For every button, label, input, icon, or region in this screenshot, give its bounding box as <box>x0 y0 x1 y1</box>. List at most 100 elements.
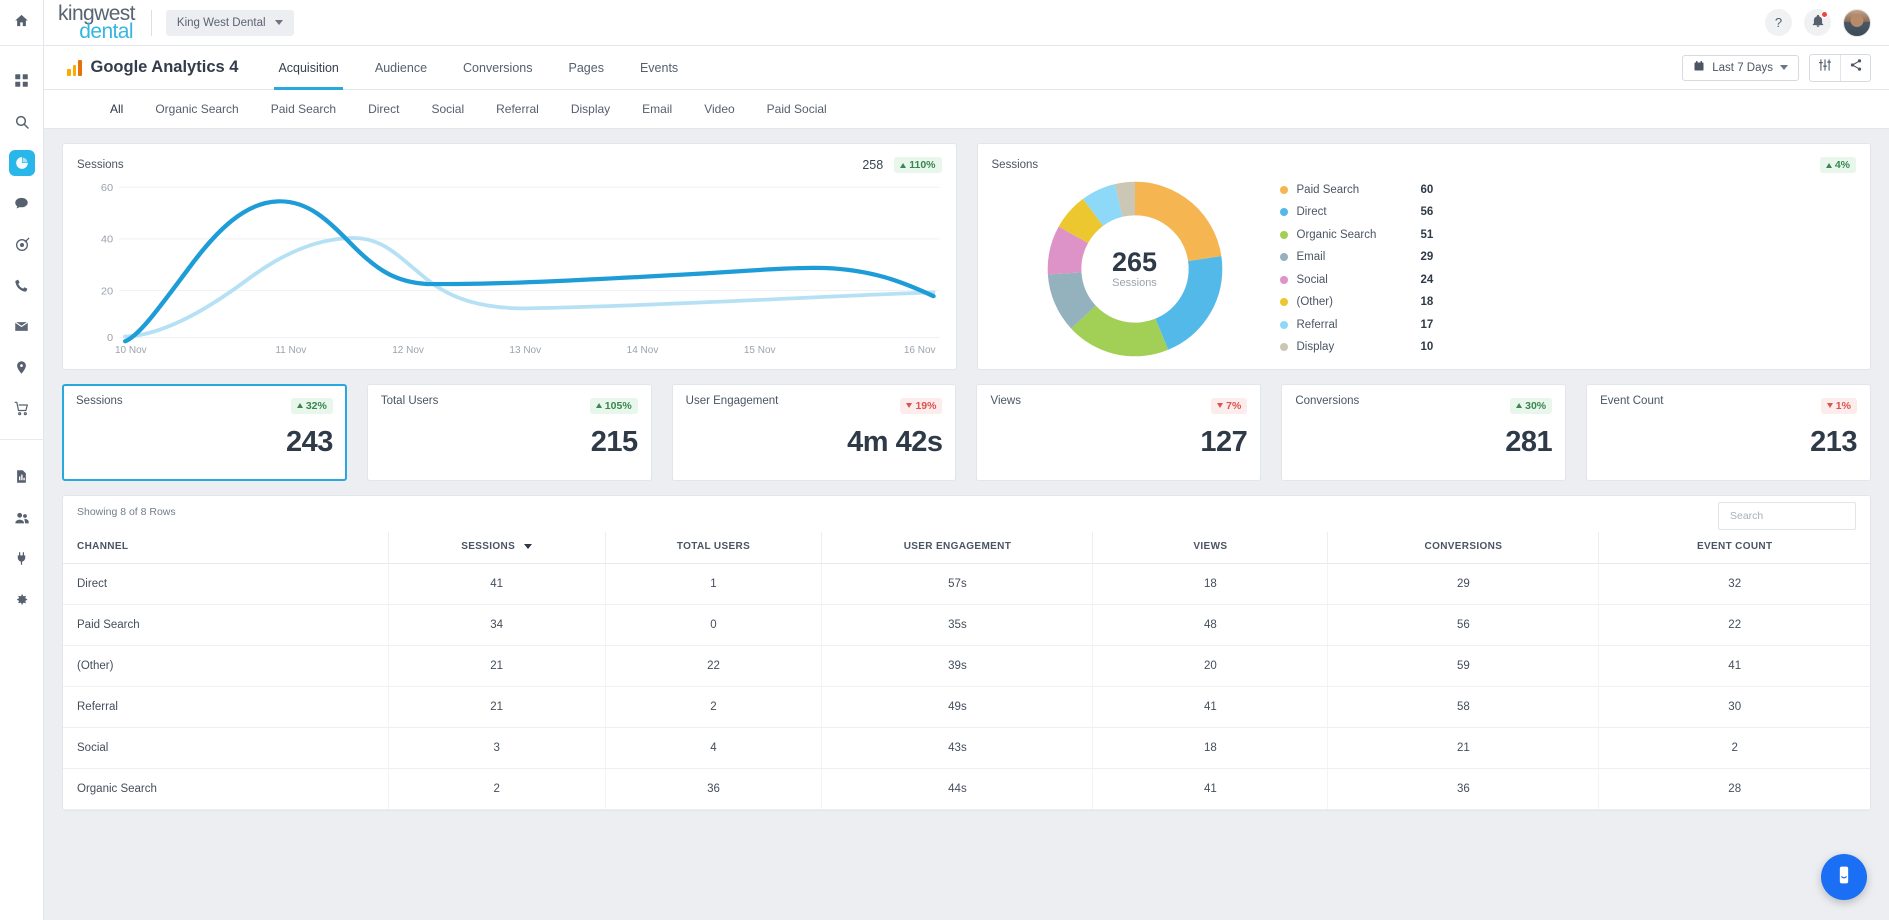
gear-icon <box>14 592 29 607</box>
sidebar-item-email[interactable] <box>0 306 44 347</box>
column-header-views[interactable]: VIEWS <box>1093 532 1328 564</box>
table-row[interactable]: Paid Search 34 0 35s 48 56 22 <box>63 605 1870 646</box>
channel-tab-all[interactable]: All <box>94 102 139 116</box>
sidebar-item-calls[interactable] <box>0 265 44 306</box>
avatar[interactable] <box>1843 9 1871 37</box>
legend-item[interactable]: Social24 <box>1280 269 1434 292</box>
report-header-actions: Last 7 Days <box>1682 54 1871 82</box>
sidebar-item-cart[interactable] <box>0 388 44 429</box>
donut-chart-svg <box>1042 176 1228 362</box>
channel-tab-social[interactable]: Social <box>415 102 480 116</box>
donut-card-header: Sessions 4% <box>992 156 1857 174</box>
cell-conversions: 29 <box>1328 564 1599 605</box>
legend-label: Social <box>1297 274 1421 286</box>
kpi-card-total-users[interactable]: Total Users 105% 215 <box>367 384 652 481</box>
sidebar-item-analytics[interactable] <box>0 142 44 183</box>
tab-acquisition[interactable]: Acquisition <box>260 46 356 90</box>
tab-conversions[interactable]: Conversions <box>445 46 550 90</box>
donut-card-change-value: 4% <box>1835 159 1850 171</box>
column-header-event-count[interactable]: EVENT COUNT <box>1599 532 1870 564</box>
cart-icon <box>14 401 30 417</box>
column-header-total-users[interactable]: TOTAL USERS <box>605 532 822 564</box>
cell-views: 18 <box>1093 564 1328 605</box>
tab-audience[interactable]: Audience <box>357 46 445 90</box>
sidebar-item-chat[interactable] <box>0 183 44 224</box>
table-row[interactable]: Social 3 4 43s 18 21 2 <box>63 728 1870 769</box>
table-row[interactable]: Direct 41 1 57s 18 29 32 <box>63 564 1870 605</box>
legend-label: Direct <box>1297 206 1421 218</box>
kpi-value: 243 <box>286 426 333 459</box>
date-range-selector[interactable]: Last 7 Days <box>1682 55 1799 81</box>
kpi-label: Total Users <box>381 395 439 407</box>
legend-item[interactable]: Email29 <box>1280 246 1434 269</box>
column-label: EVENT COUNT <box>1697 541 1773 552</box>
cell-total-users: 1 <box>605 564 822 605</box>
filter-button[interactable] <box>1810 55 1840 81</box>
column-header-sessions[interactable]: SESSIONS <box>388 532 605 564</box>
sidebar-item-integrations[interactable] <box>0 538 44 579</box>
cell-total-users: 22 <box>605 646 822 687</box>
kpi-card-conversions[interactable]: Conversions 30% 281 <box>1281 384 1566 481</box>
legend-value: 17 <box>1421 319 1434 331</box>
sidebar-item-locations[interactable] <box>0 347 44 388</box>
kpi-header: Event Count 1% <box>1600 395 1857 414</box>
legend-item[interactable]: Direct56 <box>1280 201 1434 224</box>
line-chart-x-axis: 10 Nov 11 Nov 12 Nov 13 Nov 14 Nov 15 No… <box>77 345 942 363</box>
legend-item[interactable]: Paid Search60 <box>1280 179 1434 202</box>
sidebar-item-users[interactable] <box>0 497 44 538</box>
column-header-conversions[interactable]: CONVERSIONS <box>1328 532 1599 564</box>
kpi-card-views[interactable]: Views 7% 127 <box>976 384 1261 481</box>
channel-tab-organic-search[interactable]: Organic Search <box>139 102 254 116</box>
column-header-channel[interactable]: CHANNEL <box>63 532 388 564</box>
kpi-change-value: 1% <box>1836 400 1851 412</box>
sidebar-item-grid[interactable] <box>0 60 44 101</box>
brand-logo[interactable]: kingwest dental <box>58 5 149 39</box>
kpi-card-user-engagement[interactable]: User Engagement 19% 4m 42s <box>672 384 957 481</box>
sidebar-item-settings[interactable] <box>0 579 44 620</box>
kpi-card-event-count[interactable]: Event Count 1% 213 <box>1586 384 1871 481</box>
legend-item[interactable]: Referral17 <box>1280 314 1434 337</box>
cell-sessions: 3 <box>388 728 605 769</box>
kpi-change-value: 19% <box>915 400 936 412</box>
column-header-user-engagement[interactable]: USER ENGAGEMENT <box>822 532 1093 564</box>
cell-sessions: 21 <box>388 646 605 687</box>
kpi-card-sessions[interactable]: Sessions 32% 243 <box>62 384 347 481</box>
channel-tab-paid-social[interactable]: Paid Social <box>751 102 843 116</box>
sidebar-item-reports[interactable] <box>0 456 44 497</box>
tab-events[interactable]: Events <box>622 46 696 90</box>
account-selector[interactable]: King West Dental <box>166 10 294 36</box>
status-badge: 1% <box>1821 398 1857 414</box>
tab-pages[interactable]: Pages <box>551 46 622 90</box>
column-label: TOTAL USERS <box>677 541 750 552</box>
share-button[interactable] <box>1840 55 1870 81</box>
table-row[interactable]: Referral 21 2 49s 41 58 30 <box>63 687 1870 728</box>
channel-tab-email[interactable]: Email <box>626 102 688 116</box>
report-toolbar <box>1809 54 1871 82</box>
logo-line-2: dental <box>79 23 135 40</box>
table-row[interactable]: (Other) 21 22 39s 20 59 41 <box>63 646 1870 687</box>
sidebar-item-home[interactable] <box>0 0 44 46</box>
notifications-button[interactable] <box>1804 9 1831 36</box>
channel-tab-direct[interactable]: Direct <box>352 102 415 116</box>
search-input[interactable] <box>1728 509 1846 523</box>
channel-tab-referral[interactable]: Referral <box>480 102 555 116</box>
sidebar-item-search[interactable] <box>0 101 44 142</box>
report-icon <box>14 469 29 484</box>
chat-widget-button[interactable] <box>1821 854 1867 900</box>
legend-label: Organic Search <box>1297 229 1421 241</box>
legend-color-swatch <box>1280 298 1288 306</box>
line-card-title: Sessions <box>77 159 124 171</box>
sidebar-item-target[interactable] <box>0 224 44 265</box>
legend-item[interactable]: (Other)18 <box>1280 291 1434 314</box>
channel-tab-display[interactable]: Display <box>555 102 626 116</box>
legend-item[interactable]: Display10 <box>1280 336 1434 359</box>
legend-label: Email <box>1297 251 1421 263</box>
channel-tab-paid-search[interactable]: Paid Search <box>255 102 352 116</box>
channel-tab-video[interactable]: Video <box>688 102 750 116</box>
help-button[interactable]: ? <box>1765 9 1792 36</box>
kpi-label: Sessions <box>76 395 123 407</box>
table-row[interactable]: Organic Search 2 36 44s 41 36 28 <box>63 769 1870 810</box>
legend-item[interactable]: Organic Search51 <box>1280 224 1434 247</box>
kpi-header: Views 7% <box>990 395 1247 414</box>
table-search-box[interactable] <box>1718 502 1856 530</box>
